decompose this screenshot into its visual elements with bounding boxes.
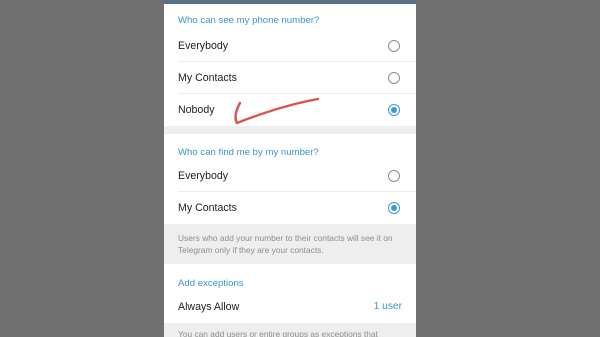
section-gap xyxy=(164,126,416,134)
always-allow-label: Always Allow xyxy=(178,301,240,313)
screenshot-stage: Who can see my phone number? Everybody M… xyxy=(0,0,600,337)
option-label: Everybody xyxy=(178,40,229,52)
info-text: Users who add your number to their conta… xyxy=(178,233,393,255)
radio-button-icon[interactable] xyxy=(388,40,400,52)
exceptions-info: You can add users or entire groups as ex… xyxy=(164,323,416,337)
find-by-number-header: Who can find me by my number? xyxy=(178,147,319,158)
radio-button-icon[interactable] xyxy=(388,72,400,84)
phone-visibility-header: Who can see my phone number? xyxy=(178,15,320,26)
radio-button-icon[interactable] xyxy=(388,170,400,182)
find-by-number-option-my-contacts[interactable]: My Contacts xyxy=(164,192,416,224)
top-bar-edge xyxy=(164,0,416,4)
always-allow-row[interactable]: Always Allow 1 user xyxy=(164,291,416,323)
radio-button-checked-icon[interactable] xyxy=(388,104,400,116)
option-label: Nobody xyxy=(178,104,215,116)
find-by-number-info: Users who add your number to their conta… xyxy=(164,224,416,264)
phone-visibility-option-my-contacts[interactable]: My Contacts xyxy=(164,62,416,94)
info-text: You can add users or entire groups as ex… xyxy=(178,329,378,337)
find-by-number-option-everybody[interactable]: Everybody xyxy=(164,160,416,192)
exceptions-header: Add exceptions xyxy=(178,278,244,289)
option-label: My Contacts xyxy=(178,202,237,214)
radio-button-checked-icon[interactable] xyxy=(388,202,400,214)
phone-visibility-option-nobody[interactable]: Nobody xyxy=(164,94,416,126)
privacy-settings-screen: Who can see my phone number? Everybody M… xyxy=(164,0,416,337)
option-label: My Contacts xyxy=(178,72,237,84)
always-allow-count: 1 user xyxy=(373,301,402,312)
phone-visibility-option-everybody[interactable]: Everybody xyxy=(164,30,416,62)
option-label: Everybody xyxy=(178,170,229,182)
